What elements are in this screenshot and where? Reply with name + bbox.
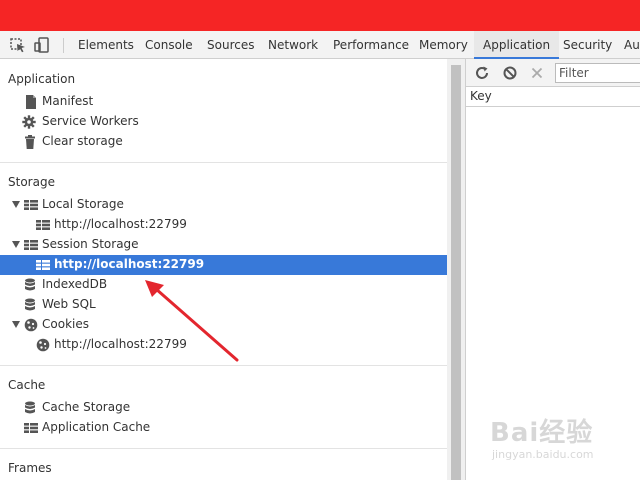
top-red-banner xyxy=(0,0,640,31)
section-divider xyxy=(0,162,447,163)
sidebar-item-label: Web SQL xyxy=(42,297,96,311)
sidebar-item-label: Clear storage xyxy=(42,134,123,148)
sidebar-item-session-storage[interactable]: Session Storage xyxy=(0,235,447,255)
filter-input[interactable] xyxy=(555,63,640,83)
sidebar-item-label: Manifest xyxy=(42,94,94,108)
section-heading-storage: Storage xyxy=(8,175,55,189)
section-heading-cache: Cache xyxy=(8,378,46,392)
grid-icon xyxy=(36,258,50,272)
section-divider xyxy=(0,448,447,449)
grid-icon xyxy=(24,421,38,435)
grid-icon xyxy=(36,218,50,232)
expand-triangle-icon[interactable] xyxy=(12,321,20,328)
devtools-toolbar: Elements Console Sources Network Perform… xyxy=(0,31,640,59)
sidebar-item-cookies[interactable]: Cookies xyxy=(0,315,447,335)
sidebar-item-cache-storage[interactable]: Cache Storage xyxy=(0,398,447,418)
block-icon[interactable] xyxy=(502,65,518,81)
tab-network[interactable]: Network xyxy=(268,31,318,59)
key-column-header[interactable]: Key xyxy=(465,87,640,107)
sidebar-scrollbar[interactable] xyxy=(447,59,465,480)
sidebar-item-cookies-origin[interactable]: http://localhost:22799 xyxy=(0,335,447,355)
tab-security[interactable]: Security xyxy=(563,31,612,59)
refresh-icon[interactable] xyxy=(474,65,490,81)
sidebar-item-label: Cache Storage xyxy=(42,400,131,414)
tab-audits[interactable]: Au xyxy=(624,31,640,59)
tab-sources[interactable]: Sources xyxy=(207,31,254,59)
tab-console[interactable]: Console xyxy=(145,31,193,59)
tab-performance[interactable]: Performance xyxy=(333,31,409,59)
gear-icon xyxy=(22,115,36,129)
sidebar-item-session-storage-origin[interactable]: http://localhost:22799 xyxy=(0,255,447,275)
tab-memory[interactable]: Memory xyxy=(419,31,468,59)
storage-toolbar xyxy=(465,59,640,87)
sidebar-item-label: Cookies xyxy=(42,317,89,331)
scrollbar-thumb[interactable] xyxy=(451,65,461,480)
sidebar-item-local-storage-origin[interactable]: http://localhost:22799 xyxy=(0,215,447,235)
database-icon xyxy=(24,298,38,312)
sidebar-item-label: http://localhost:22799 xyxy=(54,257,205,271)
watermark-brand: Bai经验 xyxy=(490,418,594,448)
expand-triangle-icon[interactable] xyxy=(12,201,20,208)
tab-elements[interactable]: Elements xyxy=(78,31,134,59)
section-heading-frames: Frames xyxy=(8,461,52,475)
toolbar-separator xyxy=(63,38,64,53)
sidebar-item-manifest[interactable]: Manifest xyxy=(0,92,447,112)
application-sidebar: Application Manifest Service Workers Cle… xyxy=(0,59,447,480)
database-icon xyxy=(24,278,38,292)
delete-icon[interactable] xyxy=(529,65,545,81)
sidebar-item-label: Session Storage xyxy=(42,237,139,251)
sidebar-item-service-workers[interactable]: Service Workers xyxy=(0,112,447,132)
document-icon xyxy=(24,95,38,109)
sidebar-item-indexeddb[interactable]: IndexedDB xyxy=(0,275,447,295)
expand-triangle-icon[interactable] xyxy=(12,241,20,248)
cookie-icon xyxy=(36,338,50,352)
grid-icon xyxy=(24,198,38,212)
baidu-watermark: Bai经验 jingyan.baidu.com xyxy=(490,408,638,468)
key-column-label: Key xyxy=(470,89,492,103)
section-heading-application: Application xyxy=(8,72,76,86)
sidebar-item-label: Service Workers xyxy=(42,114,139,128)
sidebar-item-label: IndexedDB xyxy=(42,277,108,291)
sidebar-item-application-cache[interactable]: Application Cache xyxy=(0,418,447,438)
sidebar-item-local-storage[interactable]: Local Storage xyxy=(0,195,447,215)
watermark-url: jingyan.baidu.com xyxy=(492,448,594,461)
tab-application[interactable]: Application xyxy=(474,31,560,59)
sidebar-item-label: Application Cache xyxy=(42,420,151,434)
database-icon xyxy=(24,401,38,415)
cookie-icon xyxy=(24,318,38,332)
inspect-element-icon[interactable] xyxy=(8,35,28,55)
device-toggle-icon[interactable] xyxy=(32,35,52,55)
section-divider xyxy=(0,365,447,366)
sidebar-item-web-sql[interactable]: Web SQL xyxy=(0,295,447,315)
sidebar-item-label: http://localhost:22799 xyxy=(54,337,187,351)
sidebar-item-label: Local Storage xyxy=(42,197,124,211)
grid-icon xyxy=(24,238,38,252)
sidebar-item-label: http://localhost:22799 xyxy=(54,217,187,231)
trash-icon xyxy=(24,135,38,149)
sidebar-item-clear-storage[interactable]: Clear storage xyxy=(0,132,447,152)
